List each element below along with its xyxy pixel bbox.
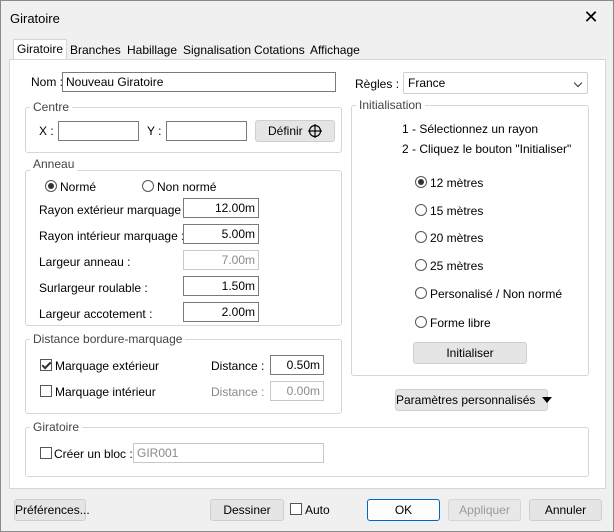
creer-bloc-checkbox[interactable] xyxy=(40,447,52,459)
initialiser-button[interactable]: Initialiser xyxy=(413,342,527,364)
rayon-exterieur-label: Rayon extérieur marquage : xyxy=(39,203,188,217)
radio-25m-label[interactable]: 25 mètres xyxy=(430,259,483,273)
tab-cotations[interactable]: Cotations xyxy=(251,41,308,60)
ext-distance-input[interactable]: 0.50m xyxy=(270,355,324,375)
tab-branches[interactable]: Branches xyxy=(67,41,124,60)
marquage-interieur-label[interactable]: Marquage intérieur xyxy=(55,385,156,399)
radio-norme-label[interactable]: Normé xyxy=(60,180,96,194)
auto-label[interactable]: Auto xyxy=(305,503,330,517)
marquage-exterieur-label[interactable]: Marquage extérieur xyxy=(55,359,159,373)
tab-affichage[interactable]: Affichage xyxy=(307,41,363,60)
nom-label: Nom : xyxy=(31,75,64,89)
ok-button[interactable]: OK xyxy=(367,499,440,521)
marquage-exterieur-checkbox[interactable] xyxy=(40,359,52,371)
radio-15m[interactable] xyxy=(415,204,427,216)
definir-button[interactable]: Définir xyxy=(255,120,335,142)
radio-personalise[interactable] xyxy=(415,287,427,299)
regles-label: Règles : xyxy=(355,77,400,91)
radio-non-norme[interactable] xyxy=(142,180,154,192)
title-bar: Giratoire ✕ xyxy=(1,1,613,35)
int-distance-label: Distance : xyxy=(211,385,265,399)
largeur-anneau-input: 7.00m xyxy=(183,250,259,270)
regles-select[interactable]: France xyxy=(403,72,588,94)
y-input[interactable] xyxy=(166,121,247,141)
step-2-text: 2 - Cliquez le bouton "Initialiser" xyxy=(402,142,572,156)
distance-group xyxy=(25,339,342,414)
caret-down-icon xyxy=(541,397,552,403)
auto-checkbox[interactable] xyxy=(290,503,302,515)
largeur-accotement-label: Largeur accotement : xyxy=(39,307,153,321)
dialog-window: Giratoire ✕ Giratoire Branches Habillage… xyxy=(0,0,614,532)
radio-non-norme-label[interactable]: Non normé xyxy=(157,180,216,194)
preferences-button[interactable]: Préférences... xyxy=(14,499,90,521)
radio-norme[interactable] xyxy=(45,180,57,192)
surlargeur-input[interactable]: 1.50m xyxy=(183,276,259,296)
annuler-button[interactable]: Annuler xyxy=(529,499,602,521)
radio-20m[interactable] xyxy=(415,231,427,243)
giratoire-group-title: Giratoire xyxy=(30,420,83,434)
radio-20m-label[interactable]: 20 mètres xyxy=(430,231,483,245)
int-distance-input: 0.00m xyxy=(270,381,324,401)
crosshair-icon xyxy=(308,124,323,138)
window-title: Giratoire xyxy=(10,11,60,26)
radio-forme-libre-label[interactable]: Forme libre xyxy=(430,316,491,330)
tab-signalisation[interactable]: Signalisation xyxy=(180,41,254,60)
chevron-down-icon xyxy=(573,78,583,88)
largeur-accotement-input[interactable]: 2.00m xyxy=(183,302,259,322)
nom-input[interactable]: Nouveau Giratoire xyxy=(62,72,336,92)
rayon-exterieur-input[interactable]: 12.00m xyxy=(183,198,259,218)
step-1-text: 1 - Sélectionnez un rayon xyxy=(402,122,539,136)
centre-group-title: Centre xyxy=(30,100,73,114)
close-icon[interactable]: ✕ xyxy=(579,7,603,29)
tab-habillage[interactable]: Habillage xyxy=(124,41,180,60)
initialisation-group-title: Initialisation xyxy=(356,98,425,112)
radio-15m-label[interactable]: 15 mètres xyxy=(430,204,483,218)
regles-value: France xyxy=(408,76,446,90)
definir-label: Définir xyxy=(267,124,303,138)
radio-forme-libre[interactable] xyxy=(415,316,427,328)
y-label: Y : xyxy=(147,124,162,138)
rayon-interieur-label: Rayon intérieur marquage : xyxy=(39,229,185,243)
radio-25m[interactable] xyxy=(415,259,427,271)
bloc-name-input: GIR001 xyxy=(133,443,324,463)
appliquer-button: Appliquer xyxy=(448,499,521,521)
radio-personalise-label[interactable]: Personalisé / Non normé xyxy=(430,287,562,301)
marquage-interieur-checkbox[interactable] xyxy=(40,385,52,397)
dessiner-button[interactable]: Dessiner xyxy=(210,499,284,521)
ext-distance-label: Distance : xyxy=(211,359,265,373)
parametres-label: Paramètres personnalisés xyxy=(396,393,536,407)
rayon-interieur-input[interactable]: 5.00m xyxy=(183,224,259,244)
radio-12m[interactable] xyxy=(415,176,427,188)
largeur-anneau-label: Largeur anneau : xyxy=(39,255,131,269)
creer-bloc-label[interactable]: Créer un bloc : xyxy=(54,447,133,461)
radio-12m-label[interactable]: 12 mètres xyxy=(430,176,483,190)
tab-giratoire[interactable]: Giratoire xyxy=(13,39,68,60)
parametres-personnalises-button[interactable]: Paramètres personnalisés xyxy=(395,389,552,411)
x-label: X : xyxy=(39,124,54,138)
distance-group-title: Distance bordure-marquage xyxy=(30,332,186,346)
x-input[interactable] xyxy=(58,121,139,141)
anneau-group-title: Anneau xyxy=(30,157,78,171)
surlargeur-label: Surlargeur roulable : xyxy=(39,281,148,295)
